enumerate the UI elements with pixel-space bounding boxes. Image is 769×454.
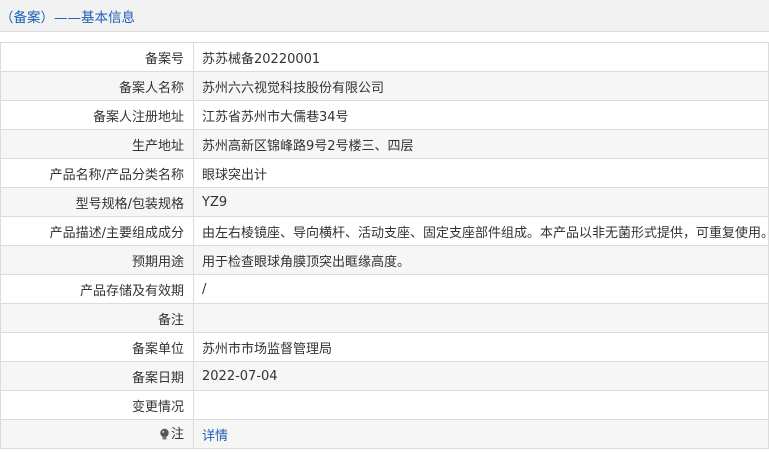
- table-row-change-status: 变更情况: [0, 390, 769, 420]
- field-value: 由左右棱镜座、导向横杆、活动支座、固定支座部件组成。本产品以非无菌形式提供，可重…: [193, 216, 769, 246]
- field-value: [193, 390, 769, 420]
- table-row-filing-date: 备案日期 2022-07-04: [0, 361, 769, 391]
- field-label: 备案单位: [0, 332, 194, 362]
- section-header: （备案）——基本信息: [0, 0, 769, 32]
- field-value: /: [193, 274, 769, 304]
- table-row-production-address: 生产地址 苏州高新区锦峰路9号2号楼三、四层: [0, 129, 769, 159]
- field-label: 生产地址: [0, 129, 194, 159]
- table-row-product-description: 产品描述/主要组成成分 由左右棱镜座、导向横杆、活动支座、固定支座部件组成。本产…: [0, 216, 769, 246]
- field-label: 产品存储及有效期: [0, 274, 194, 304]
- field-value: 2022-07-04: [193, 361, 769, 391]
- table-row-registrant-name: 备案人名称 苏州六六视觉科技股份有限公司: [0, 71, 769, 101]
- field-value: [193, 303, 769, 333]
- table-row-registered-address: 备案人注册地址 江苏省苏州市大儒巷34号: [0, 100, 769, 130]
- table-row-remarks: 备注: [0, 303, 769, 333]
- note-value-cell: 详情: [193, 419, 769, 449]
- field-value: 苏苏械备20220001: [193, 42, 769, 72]
- section-title: （备案）——基本信息: [0, 9, 135, 26]
- field-label: 备案人名称: [0, 71, 194, 101]
- field-value: 用于检查眼球角膜顶突出眶缘高度。: [193, 245, 769, 275]
- note-label: 注: [170, 427, 184, 442]
- field-label: 备案号: [0, 42, 194, 72]
- table-row-filing-unit: 备案单位 苏州市市场监督管理局: [0, 332, 769, 362]
- field-label: 备注: [0, 303, 194, 333]
- field-label: 备案日期: [0, 361, 194, 391]
- note-label-cell: 注: [0, 419, 194, 449]
- field-value: 江苏省苏州市大儒巷34号: [193, 100, 769, 130]
- field-value: YZ9: [193, 187, 769, 217]
- table-row-intended-use: 预期用途 用于检查眼球角膜顶突出眶缘高度。: [0, 245, 769, 275]
- field-label: 备案人注册地址: [0, 100, 194, 130]
- field-label: 预期用途: [0, 245, 194, 275]
- field-label: 型号规格/包装规格: [0, 187, 194, 217]
- field-value: 苏州高新区锦峰路9号2号楼三、四层: [193, 129, 769, 159]
- lightbulb-icon: [159, 428, 170, 445]
- table-row-model-spec: 型号规格/包装规格 YZ9: [0, 187, 769, 217]
- field-value: 苏州市市场监督管理局: [193, 332, 769, 362]
- field-label: 产品描述/主要组成成分: [0, 216, 194, 246]
- field-value: 眼球突出计: [193, 158, 769, 188]
- table-row-storage-validity: 产品存储及有效期 /: [0, 274, 769, 304]
- field-label: 产品名称/产品分类名称: [0, 158, 194, 188]
- details-link[interactable]: 详情: [202, 429, 228, 444]
- info-table: 备案号 苏苏械备20220001 备案人名称 苏州六六视觉科技股份有限公司 备案…: [0, 42, 769, 449]
- table-row-note: 注 详情: [0, 419, 769, 449]
- table-row-product-name: 产品名称/产品分类名称 眼球突出计: [0, 158, 769, 188]
- field-label: 变更情况: [0, 390, 194, 420]
- table-row-record-number: 备案号 苏苏械备20220001: [0, 42, 769, 72]
- field-value: 苏州六六视觉科技股份有限公司: [193, 71, 769, 101]
